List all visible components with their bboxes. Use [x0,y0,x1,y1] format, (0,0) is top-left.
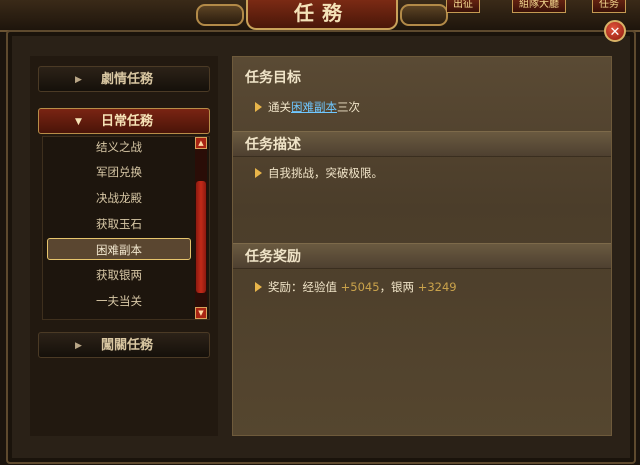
expanded-arrow-icon: ▼ [75,117,82,127]
category-panel: ▶ 劇情任務 ▼ 日常任務 结义之战 军团兑换 决战龙殿 获取玉石 困难副本 获… [30,56,218,436]
march-button[interactable]: 出征 [446,0,480,13]
list-item[interactable]: 军团兑换 [47,161,191,183]
reward-row: 奖励：经验值 +5045，银两 +3249 [255,279,457,295]
category-story-label: 劇情任務 [101,72,154,87]
goal-link[interactable]: 困难副本 [291,100,337,114]
title-ornament-right [400,4,448,26]
description-text: 自我挑战，突破极限。 [268,166,383,180]
title-ornament-left [196,4,244,26]
list-item[interactable]: 一夫当关 [47,290,191,312]
team-hall-button[interactable]: 組隊大廳 [512,0,566,13]
goal-heading: 任务目标 [245,70,301,86]
scroll-up-icon[interactable]: ▲ [195,137,207,149]
category-challenge-label: 闖關任務 [101,338,154,353]
list-item[interactable]: 结义之战 [47,137,191,158]
list-item[interactable]: 获取银两 [47,264,191,286]
list-item-selected[interactable]: 困难副本 [47,238,191,260]
bullet-icon [255,168,262,178]
window-title: 任務 [246,0,398,30]
category-daily[interactable]: ▼ 日常任務 [38,108,210,134]
top-bar: 任務 出征 組隊大廳 任务 [0,0,640,32]
category-story[interactable]: ▶ 劇情任務 [38,66,210,92]
collapsed-arrow-icon: ▶ [75,75,82,85]
category-challenge[interactable]: ▶ 闖關任務 [38,332,210,358]
reward-silver: +3249 [417,280,457,294]
list-item[interactable]: 决战龙殿 [47,187,191,209]
reward-heading: 任务奖励 [233,243,611,269]
scroll-thumb[interactable] [196,181,206,293]
daily-quest-list: 结义之战 军团兑换 决战龙殿 获取玉石 困难副本 获取银两 一夫当关 ▲ ▼ [42,136,210,320]
reward-prefix: 奖励：经验值 [268,280,337,294]
description-heading: 任务描述 [233,131,611,157]
collapsed-arrow-icon: ▶ [75,341,82,351]
reward-exp: +5045 [340,280,380,294]
bullet-icon [255,102,262,112]
quest-detail-panel: 任务目标 通关困难副本三次 任务描述 自我挑战，突破极限。 任务奖励 奖励：经验… [232,56,612,436]
scroll-down-icon[interactable]: ▼ [195,307,207,319]
close-button[interactable]: ✕ [604,20,626,42]
quest-button[interactable]: 任务 [592,0,626,13]
bullet-icon [255,282,262,292]
goal-prefix: 通关 [268,100,291,114]
goal-row: 通关困难副本三次 [255,99,360,115]
category-daily-label: 日常任務 [101,114,154,129]
goal-suffix: 三次 [337,100,360,114]
description-row: 自我挑战，突破极限。 [255,165,383,181]
reward-mid: ，银两 [379,280,415,294]
list-scrollbar[interactable]: ▲ ▼ [195,137,207,319]
list-item[interactable]: 获取玉石 [47,213,191,235]
